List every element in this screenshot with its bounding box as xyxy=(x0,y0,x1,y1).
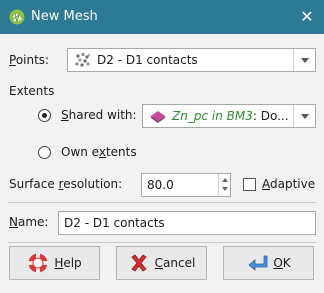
window-title: New Mesh xyxy=(31,9,98,24)
mesh-app-icon xyxy=(9,9,25,25)
title-bar: New Mesh ✕ xyxy=(0,0,324,34)
own-extents-label: Own extents xyxy=(61,145,137,159)
cancel-button[interactable]: Cancel xyxy=(116,246,207,280)
shared-with-label: Shared with: xyxy=(61,108,137,122)
points-icon xyxy=(75,52,91,67)
points-value: D2 - D1 contacts xyxy=(97,53,198,67)
block-model-icon xyxy=(151,111,165,123)
help-button[interactable]: Help xyxy=(9,246,100,280)
shared-with-dropdown[interactable]: Zn_pc in BM3: Do... xyxy=(142,104,316,128)
chevron-down-icon[interactable] xyxy=(293,49,315,71)
divider xyxy=(8,242,316,243)
shared-with-radio[interactable] xyxy=(38,109,51,122)
extents-heading: Extents xyxy=(9,84,55,98)
ok-label: OK xyxy=(273,256,291,270)
close-icon[interactable]: ✕ xyxy=(298,7,316,26)
surface-resolution-label: Surface resolution: xyxy=(9,177,123,191)
spin-buttons[interactable] xyxy=(218,174,230,196)
adaptive-checkbox[interactable] xyxy=(243,178,256,191)
name-value: D2 - D1 contacts xyxy=(64,216,165,230)
shared-with-value: Zn_pc in BM3: Do... xyxy=(172,109,289,123)
points-label: Points: xyxy=(9,53,50,67)
divider xyxy=(8,202,316,203)
ok-button[interactable]: OK xyxy=(223,246,314,280)
help-label: Help xyxy=(54,256,82,270)
surface-resolution-spinbox[interactable]: 80.0 xyxy=(141,173,231,197)
chevron-down-icon[interactable] xyxy=(293,105,315,127)
points-dropdown[interactable]: D2 - D1 contacts xyxy=(67,48,316,72)
surface-resolution-value: 80.0 xyxy=(147,178,174,192)
ok-icon xyxy=(248,255,268,271)
name-label: Name: xyxy=(9,215,49,229)
name-input[interactable]: D2 - D1 contacts xyxy=(58,211,316,235)
cancel-icon xyxy=(131,254,147,272)
own-extents-radio[interactable] xyxy=(38,146,51,159)
cancel-label: Cancel xyxy=(154,256,196,270)
adaptive-label: Adaptive xyxy=(262,177,316,191)
help-icon xyxy=(28,253,48,273)
